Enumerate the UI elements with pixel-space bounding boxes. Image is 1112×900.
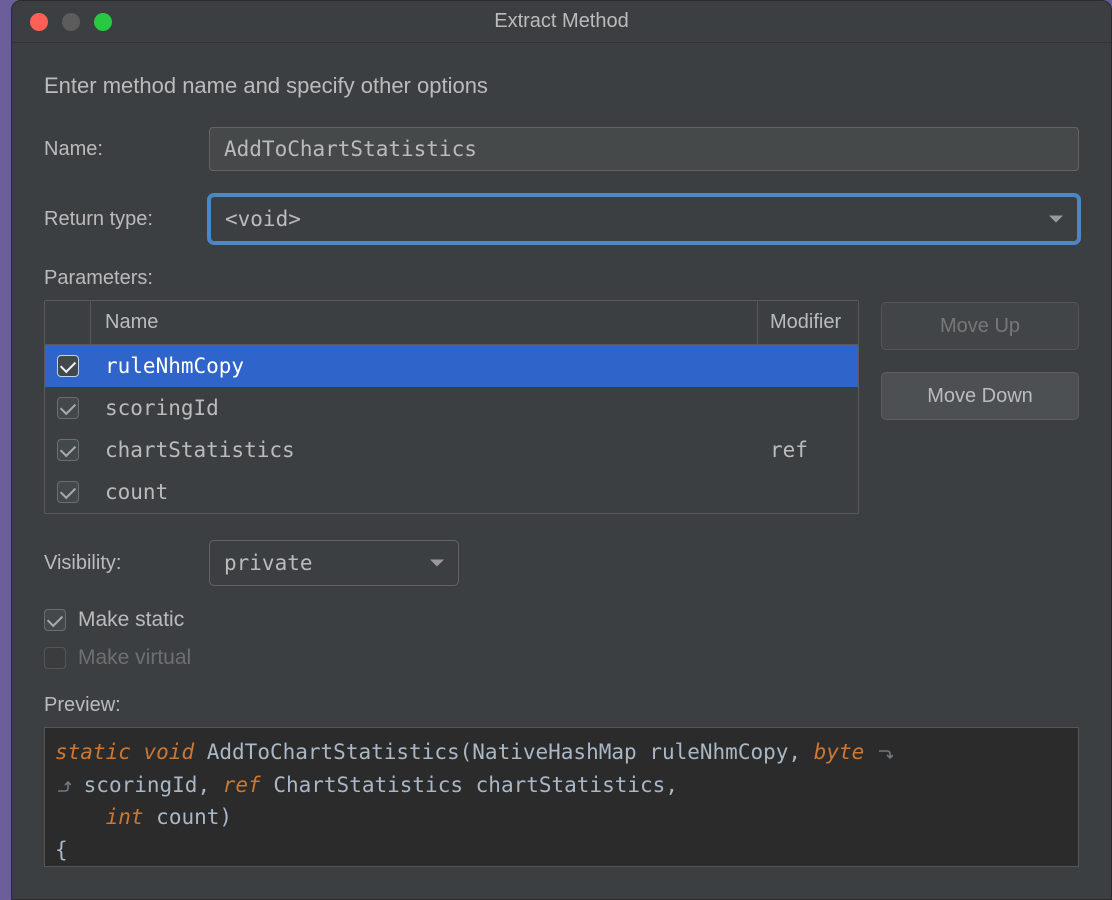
dialog-content: Enter method name and specify other opti…	[12, 43, 1111, 867]
kw-void: void	[144, 740, 195, 764]
kw-ref: ref	[223, 773, 261, 797]
preview-p3-type: ChartStatistics	[273, 773, 463, 797]
move-down-button[interactable]: Move Down	[881, 372, 1079, 420]
preview-p3-name: chartStatistics	[476, 773, 666, 797]
preview-p2-name: scoringId	[84, 773, 198, 797]
preview-label: Preview:	[44, 694, 1079, 717]
col-name-header[interactable]: Name	[91, 301, 758, 344]
instructions-text: Enter method name and specify other opti…	[44, 73, 1079, 99]
preview-p1-name: ruleNhmCopy	[649, 740, 788, 764]
preview-method-name: AddToChartStatistics	[207, 740, 460, 764]
chevron-down-icon	[430, 560, 444, 567]
col-modifier-header[interactable]: Modifier	[758, 301, 858, 344]
visibility-row: Visibility: private	[44, 540, 1079, 586]
make-static-option[interactable]: Make static	[44, 608, 1079, 632]
move-up-button[interactable]: Move Up	[881, 302, 1079, 350]
parameter-row[interactable]: scoringId	[45, 387, 858, 429]
parameters-table-header: Name Modifier	[45, 301, 858, 345]
kw-static: static	[55, 740, 131, 764]
parameters-area: Name Modifier ruleNhmCopy scoringId char…	[44, 300, 1079, 514]
preview-p1-type: NativeHashMap	[472, 740, 636, 764]
extract-method-dialog: Extract Method Enter method name and spe…	[11, 0, 1112, 900]
options-group: Make static Make virtual	[44, 608, 1079, 670]
return-type-row: Return type: <void>	[44, 195, 1079, 243]
titlebar[interactable]: Extract Method	[12, 1, 1111, 43]
visibility-value: private	[224, 551, 313, 575]
visibility-select[interactable]: private	[209, 540, 459, 586]
param-name[interactable]: chartStatistics	[91, 438, 758, 462]
col-checkbox	[45, 301, 91, 344]
kw-int: int	[106, 805, 144, 829]
soft-wrap-end-icon	[877, 738, 893, 754]
kw-byte: byte	[814, 740, 865, 764]
param-name[interactable]: scoringId	[91, 396, 758, 420]
param-modifier[interactable]: ref	[758, 438, 858, 462]
name-row: Name:	[44, 127, 1079, 171]
parameter-row[interactable]: ruleNhmCopy	[45, 345, 858, 387]
window-controls	[30, 13, 112, 31]
param-name[interactable]: ruleNhmCopy	[91, 354, 758, 378]
chevron-down-icon	[1049, 216, 1063, 223]
soft-wrap-start-icon	[55, 771, 71, 787]
move-buttons: Move Up Move Down	[881, 300, 1079, 514]
preview-pane[interactable]: static void AddToChartStatistics(NativeH…	[44, 727, 1079, 867]
preview-p4-name: count	[156, 805, 219, 829]
minimize-window-icon[interactable]	[62, 13, 80, 31]
parameters-label: Parameters:	[44, 267, 1079, 290]
param-checkbox[interactable]	[57, 439, 79, 461]
parameter-row[interactable]: count	[45, 471, 858, 513]
param-checkbox[interactable]	[57, 397, 79, 419]
param-name[interactable]: count	[91, 480, 758, 504]
return-type-value: <void>	[225, 207, 301, 231]
make-static-label: Make static	[78, 608, 184, 632]
make-static-checkbox[interactable]	[44, 609, 66, 631]
parameters-table[interactable]: Name Modifier ruleNhmCopy scoringId char…	[44, 300, 859, 514]
zoom-window-icon[interactable]	[94, 13, 112, 31]
method-name-input[interactable]	[209, 127, 1079, 171]
close-window-icon[interactable]	[30, 13, 48, 31]
param-checkbox[interactable]	[57, 355, 79, 377]
return-type-select[interactable]: <void>	[209, 195, 1079, 243]
return-type-select-wrap: <void>	[209, 195, 1079, 243]
preview-brace: {	[55, 838, 68, 862]
parameter-row[interactable]: chartStatistics ref	[45, 429, 858, 471]
make-virtual-checkbox	[44, 647, 66, 669]
window-title: Extract Method	[12, 10, 1111, 33]
make-virtual-label: Make virtual	[78, 646, 191, 670]
param-checkbox[interactable]	[57, 481, 79, 503]
visibility-label: Visibility:	[44, 552, 209, 575]
make-virtual-option: Make virtual	[44, 646, 1079, 670]
return-type-label: Return type:	[44, 208, 209, 231]
name-label: Name:	[44, 138, 209, 161]
